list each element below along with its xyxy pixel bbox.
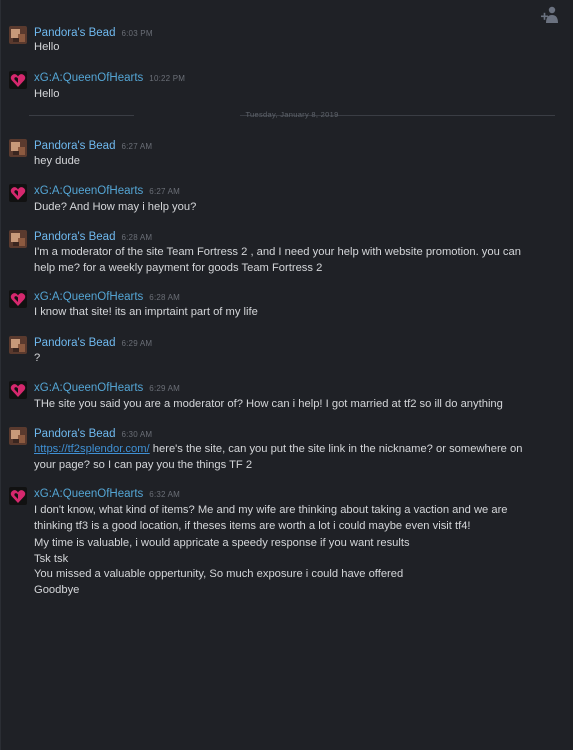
- chat-window: Pandora's Bead 6:03 PM Hello xG:A:QueenOf…: [0, 0, 573, 750]
- timestamp: 6:27 AM: [121, 142, 153, 151]
- date-label: Tuesday, January 8, 2019: [245, 110, 339, 119]
- sender-name[interactable]: Pandora's Bead: [34, 140, 115, 152]
- timestamp: 6:27 AM: [149, 187, 181, 196]
- pandora-avatar[interactable]: [9, 427, 27, 445]
- sender-name[interactable]: xG:A:QueenOfHearts: [34, 185, 143, 197]
- sender-name[interactable]: xG:A:QueenOfHearts: [34, 72, 143, 84]
- message-text: I know that site! its an imprtaint part …: [34, 306, 258, 318]
- site-link[interactable]: https://tf2splendor.com/: [34, 443, 150, 455]
- timestamp: 6:29 AM: [121, 339, 153, 348]
- message-text: Hello: [34, 88, 60, 100]
- message-text: hey dude: [34, 155, 81, 167]
- message-text: ?: [34, 352, 41, 364]
- sender-name[interactable]: xG:A:QueenOfHearts: [34, 382, 143, 394]
- heart-avatar[interactable]: [9, 381, 27, 399]
- timestamp: 6:29 AM: [149, 384, 181, 393]
- timestamp: 6:28 AM: [149, 293, 181, 302]
- timestamp: 10:22 PM: [149, 74, 186, 83]
- sender-name[interactable]: xG:A:QueenOfHearts: [34, 291, 143, 303]
- timestamp: 6:30 AM: [121, 430, 153, 439]
- heart-avatar[interactable]: [9, 290, 27, 308]
- timestamp: 6:03 PM: [121, 29, 153, 38]
- pandora-avatar[interactable]: [9, 139, 27, 157]
- pandora-avatar[interactable]: [9, 336, 27, 354]
- message-text: THe site you said you are a moderator of…: [34, 398, 503, 410]
- sender-name[interactable]: Pandora's Bead: [34, 337, 115, 349]
- sender-name[interactable]: Pandora's Bead: [34, 231, 115, 243]
- pandora-avatar[interactable]: [9, 230, 27, 248]
- timestamp: 6:32 AM: [149, 490, 181, 499]
- message-text: I'm a moderator of the site Team Fortres…: [34, 246, 521, 274]
- heart-avatar[interactable]: [9, 184, 27, 202]
- sender-name[interactable]: Pandora's Bead: [34, 428, 115, 440]
- add-user-icon[interactable]: [539, 4, 561, 26]
- message-text: https://tf2splendor.com/ here's the site…: [34, 443, 523, 471]
- pandora-avatar[interactable]: [9, 26, 27, 44]
- message-text: Hello: [34, 41, 60, 53]
- heart-avatar[interactable]: [9, 71, 27, 89]
- message-text: I don't know, what kind of items? Me and…: [34, 504, 508, 596]
- message-text: Dude? And How may i help you?: [34, 201, 197, 213]
- timestamp: 6:28 AM: [121, 233, 153, 242]
- heart-avatar[interactable]: [9, 487, 27, 505]
- sender-name[interactable]: xG:A:QueenOfHearts: [34, 488, 143, 500]
- sender-name[interactable]: Pandora's Bead: [34, 27, 115, 39]
